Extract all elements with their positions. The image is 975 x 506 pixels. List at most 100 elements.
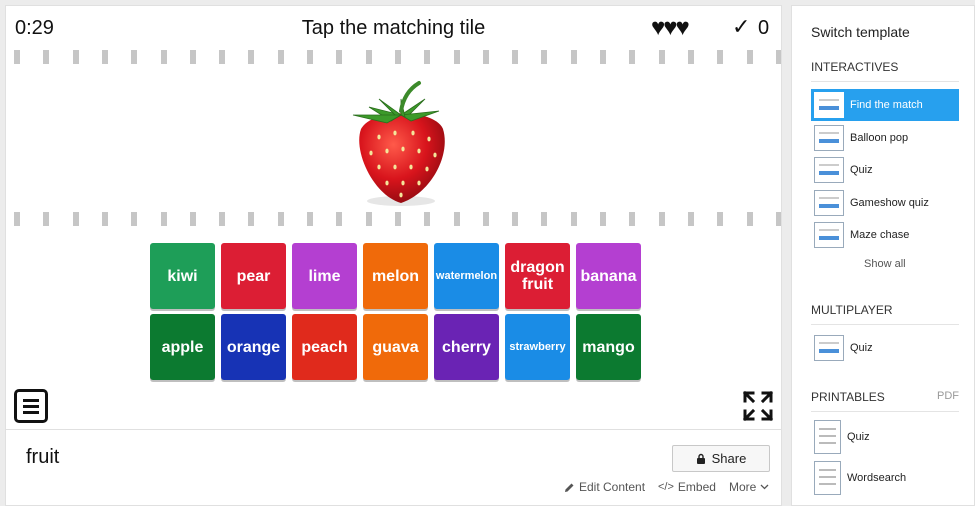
- dash-segment: [336, 50, 343, 64]
- balloon-pop-icon: [814, 124, 844, 151]
- dash-segment: [746, 50, 753, 64]
- template-sidebar: Switch template INTERACTIVES Find the ma…: [791, 5, 975, 506]
- template-item[interactable]: Quiz: [811, 332, 959, 364]
- answer-tile[interactable]: banana: [576, 243, 641, 309]
- interactives-heading: INTERACTIVES: [811, 60, 899, 74]
- dash-segment: [219, 212, 226, 226]
- printable-item[interactable]: Quiz: [811, 420, 959, 454]
- answer-tile[interactable]: melon: [363, 243, 428, 309]
- dash-segment: [365, 50, 372, 64]
- section-divider: [811, 324, 959, 325]
- dash-segment: [687, 212, 694, 226]
- printable-label: Wordsearch: [847, 472, 907, 484]
- embed-link[interactable]: </> Embed: [658, 480, 716, 494]
- dash-segment: [600, 50, 606, 64]
- lives-hearts-icon: ♥♥♥: [651, 14, 690, 41]
- dash-segment: [775, 212, 781, 226]
- maze-chase-icon: [814, 222, 844, 248]
- dash-segment: [307, 212, 313, 226]
- chevron-down-icon: [760, 484, 769, 490]
- game-panel: 0:29 Tap the matching tile ♥♥♥ ✓ 0 kiwi …: [5, 5, 782, 430]
- template-item[interactable]: Gameshow quiz: [811, 187, 959, 219]
- code-icon: </>: [658, 481, 674, 493]
- template-item[interactable]: Find the match: [811, 89, 959, 121]
- quiz-worksheet-icon: [814, 420, 841, 454]
- dash-segment: [101, 212, 108, 226]
- template-item[interactable]: Maze chase: [811, 219, 959, 251]
- dash-segment: [43, 50, 50, 64]
- dash-segment: [629, 212, 636, 226]
- dash-segment: [277, 50, 284, 64]
- dash-segment: [307, 50, 313, 64]
- template-label: Find the match: [850, 99, 923, 111]
- answer-tile[interactable]: lime: [292, 243, 357, 309]
- section-divider: [811, 411, 959, 412]
- dash-segment: [14, 212, 20, 226]
- dash-segment: [101, 50, 108, 64]
- dash-segment: [658, 50, 665, 64]
- dash-segment: [189, 50, 196, 64]
- edit-content-link[interactable]: Edit Content: [564, 480, 645, 494]
- answer-tile[interactable]: peach: [292, 314, 357, 380]
- answer-tile[interactable]: mango: [576, 314, 641, 380]
- dash-segment: [453, 50, 460, 64]
- fullscreen-icon[interactable]: [742, 390, 774, 422]
- score-counter: 0: [758, 17, 770, 39]
- template-label: Quiz: [850, 164, 873, 176]
- pdf-label: PDF: [937, 390, 959, 402]
- activity-title: fruit: [26, 446, 60, 468]
- answer-tiles: kiwi pear lime melon watermelon dragon fruit b…: [150, 243, 645, 383]
- answer-tile[interactable]: guava: [363, 314, 428, 380]
- answer-tile[interactable]: strawberry: [505, 314, 570, 380]
- dash-segment: [424, 212, 431, 226]
- menu-button[interactable]: [14, 389, 48, 423]
- multiplayer-heading: MULTIPLAYER: [811, 303, 893, 317]
- dash-segment: [248, 212, 255, 226]
- dash-segment: [72, 212, 79, 226]
- show-all-link[interactable]: Show all: [864, 258, 906, 270]
- dash-segment: [131, 50, 138, 64]
- gameshow-quiz-icon: [814, 189, 844, 216]
- dash-segment: [43, 212, 50, 226]
- answer-tile[interactable]: apple: [150, 314, 215, 380]
- dash-segment: [482, 50, 489, 64]
- dash-segment: [512, 50, 519, 64]
- dash-segment: [600, 212, 606, 226]
- dash-segment: [512, 212, 519, 226]
- dash-segment: [570, 212, 577, 226]
- section-divider: [811, 81, 959, 82]
- answer-tile[interactable]: watermelon: [434, 243, 499, 309]
- sidebar-title: Switch template: [811, 24, 910, 40]
- answer-tile[interactable]: pear: [221, 243, 286, 309]
- dash-segment: [72, 50, 79, 64]
- template-label: Gameshow quiz: [850, 196, 929, 209]
- template-item[interactable]: Quiz: [811, 154, 959, 186]
- dash-segment: [365, 212, 372, 226]
- more-menu[interactable]: More: [729, 480, 769, 494]
- answer-tile[interactable]: orange: [221, 314, 286, 380]
- quiz-icon: [814, 157, 844, 183]
- dash-segment: [131, 212, 138, 226]
- pencil-icon: [565, 483, 574, 492]
- answer-tile[interactable]: kiwi: [150, 243, 215, 309]
- dash-segment: [14, 50, 20, 64]
- find-the-match-icon: [814, 92, 844, 118]
- answer-tile[interactable]: cherry: [434, 314, 499, 380]
- dash-segment: [541, 50, 548, 64]
- dash-segment: [482, 212, 489, 226]
- embed-label: Embed: [677, 480, 716, 494]
- share-button[interactable]: Share: [672, 445, 770, 472]
- template-label: Balloon pop: [850, 131, 909, 144]
- dash-segment: [687, 50, 694, 64]
- dash-segment: [424, 50, 431, 64]
- dash-segment: [394, 50, 401, 64]
- dash-segment: [717, 50, 724, 64]
- check-icon: ✓: [732, 14, 751, 39]
- more-label: More: [729, 480, 757, 494]
- dash-segment: [248, 50, 255, 64]
- answer-tile[interactable]: dragon fruit: [505, 243, 570, 309]
- template-item[interactable]: Balloon pop: [811, 122, 959, 154]
- dashed-divider-top: [14, 50, 781, 64]
- dash-segment: [775, 50, 781, 64]
- printable-item[interactable]: Wordsearch: [811, 461, 959, 495]
